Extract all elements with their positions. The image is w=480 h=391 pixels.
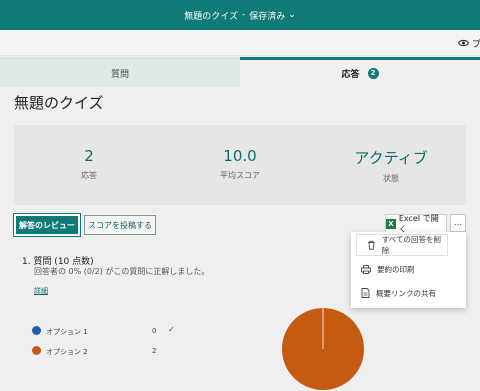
tab-questions[interactable]: 質問	[0, 57, 240, 87]
legend-count: 2	[152, 347, 157, 355]
question-summary: 回答者の 0% (0/2) がこの質問に正解しました。	[34, 267, 210, 276]
eye-icon	[458, 39, 469, 47]
stat-value: 10.0	[223, 147, 257, 165]
legend-swatch	[32, 326, 41, 335]
stat-value: アクティブ	[354, 149, 428, 167]
printer-icon	[361, 264, 371, 274]
trash-icon	[367, 240, 375, 250]
chart-legend: オプション 1 0 ✓ オプション 2 2	[32, 325, 182, 365]
delete-all-responses-item[interactable]: すべての回答を削除	[356, 234, 448, 256]
stat-status: アクティブ 状態	[316, 147, 466, 184]
summary-panel: 2 応答 10.0 平均スコア アクティブ 状態	[14, 125, 466, 205]
stat-responses: 2 応答	[14, 147, 164, 181]
preview-button[interactable]: プ	[458, 30, 480, 56]
excel-icon: X	[386, 219, 396, 229]
title-separator: -	[241, 10, 246, 20]
review-answers-button[interactable]: 解答のレビュー	[14, 214, 80, 236]
page-title: 無題のクイズ	[14, 94, 104, 112]
answers-pie-chart	[282, 308, 364, 390]
print-summary-item[interactable]: 要約の印刷	[351, 259, 466, 279]
tab-questions-label: 質問	[110, 70, 129, 80]
tab-responses-label: 応答	[341, 70, 360, 80]
stat-label: 状態	[383, 174, 399, 183]
app-header: 無題のクイズ - 保存済み ⌄	[0, 0, 480, 30]
menu-item-label: すべての回答を削除	[381, 235, 441, 255]
tab-responses[interactable]: 応答 2	[240, 57, 480, 87]
stat-label: 応答	[81, 171, 97, 180]
more-options-button[interactable]: ...	[450, 214, 466, 232]
preview-label: プ	[472, 39, 480, 50]
stat-value: 2	[84, 147, 94, 165]
chevron-down-icon[interactable]: ⌄	[288, 10, 296, 20]
legend-item: オプション 1 0 ✓	[32, 325, 182, 345]
post-scores-button[interactable]: スコアを投稿する	[84, 215, 156, 235]
document-icon	[361, 288, 370, 298]
legend-item: オプション 2 2	[32, 345, 182, 365]
legend-count: 0	[152, 327, 157, 335]
legend-label: オプション 2	[46, 348, 88, 356]
response-count-badge: 2	[367, 68, 379, 79]
more-options-menu: すべての回答を削除 要約の印刷 概要リンクの共有	[351, 232, 466, 308]
share-summary-link-item[interactable]: 概要リンクの共有	[351, 283, 466, 303]
save-status: 保存済み	[249, 11, 286, 22]
details-link[interactable]: 詳細	[34, 286, 48, 296]
correct-check-icon: ✓	[168, 325, 175, 334]
menu-item-label: 概要リンクの共有	[376, 288, 436, 298]
command-bar: プ	[0, 30, 480, 56]
tab-bar: 質問 応答 2	[0, 57, 480, 87]
stat-label: 平均スコア	[220, 171, 260, 180]
menu-item-label: 要約の印刷	[377, 264, 415, 274]
stat-average-score: 10.0 平均スコア	[165, 147, 315, 181]
legend-swatch	[32, 346, 41, 355]
legend-label: オプション 1	[46, 328, 88, 336]
open-in-excel-button[interactable]: X Excel で開く	[385, 214, 447, 234]
form-title: 無題のクイズ	[184, 11, 238, 22]
